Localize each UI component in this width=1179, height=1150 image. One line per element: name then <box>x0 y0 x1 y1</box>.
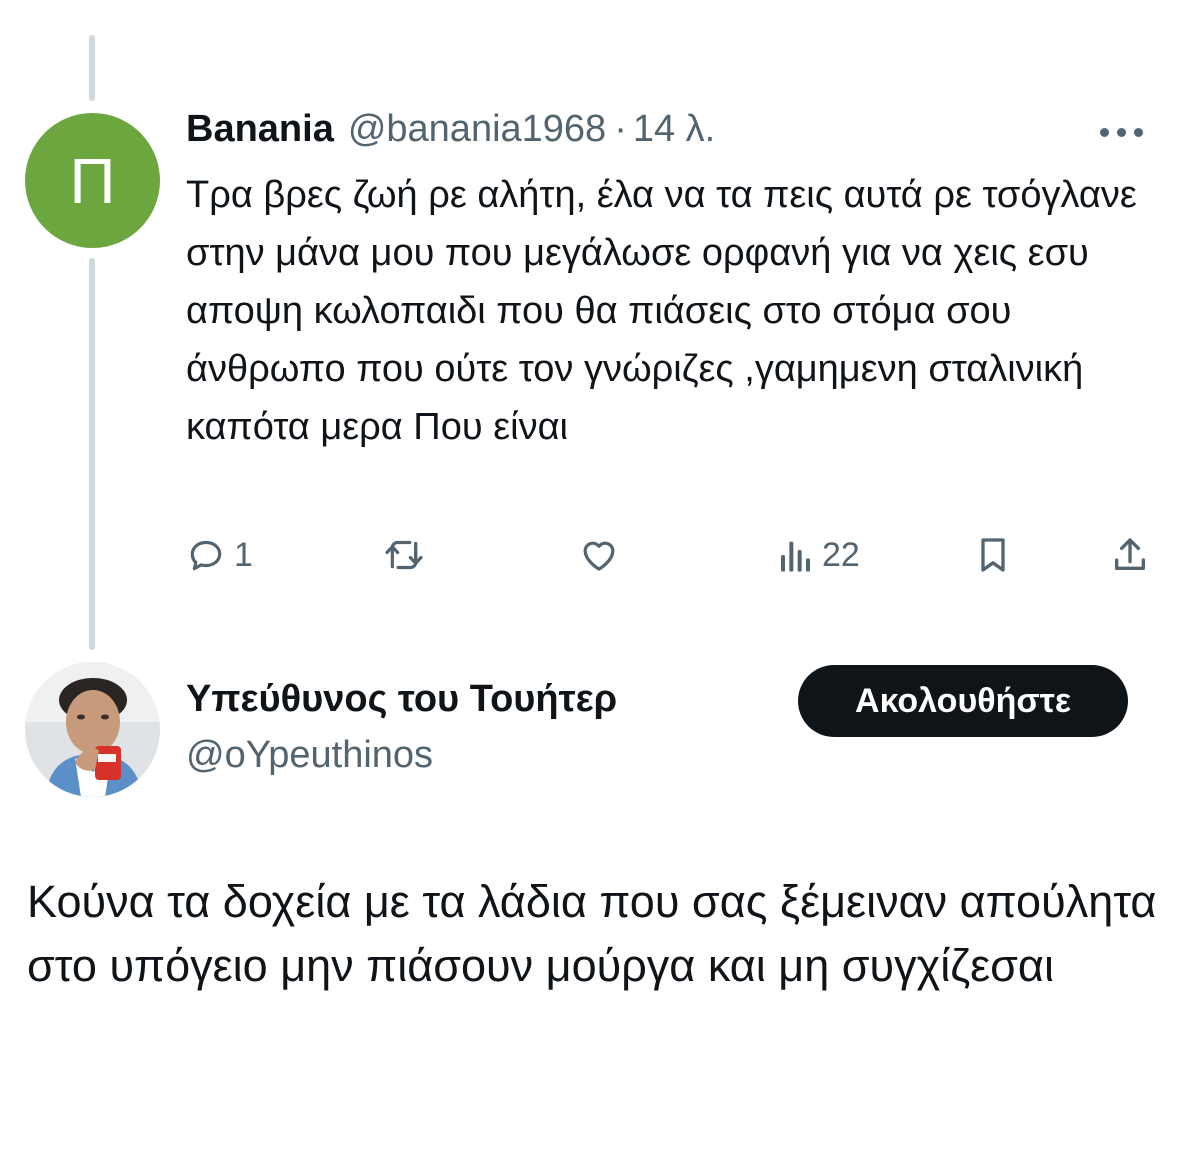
reply-action-bar: 1 22 <box>0 530 1179 580</box>
like-icon <box>583 541 615 571</box>
thread-connector-line <box>89 258 95 650</box>
share-button[interactable] <box>1110 530 1150 580</box>
author-handle[interactable]: @oYpeuthinos <box>186 734 433 777</box>
author-avatar-photo <box>25 662 160 797</box>
reply-author-name[interactable]: Banania <box>186 108 334 151</box>
tweet-text: Κούνα τα δοχεία με τα λάδια που σας ξέμε… <box>27 876 1157 991</box>
author-avatar[interactable] <box>25 662 160 797</box>
views-icon <box>781 541 810 572</box>
like-button[interactable] <box>578 530 620 580</box>
reply-button[interactable]: 1 <box>186 530 253 580</box>
reply-count: 1 <box>234 535 253 574</box>
thread-connector-line <box>89 35 95 101</box>
reply-separator: · <box>614 108 627 150</box>
reply-text: Τρα βρες ζωή ρε αλήτη, έλα να τα πεις αυ… <box>186 174 1137 448</box>
more-icon[interactable] <box>1100 122 1148 142</box>
reply-avatar[interactable]: Π <box>25 113 160 248</box>
bookmark-button[interactable] <box>975 530 1011 580</box>
follow-button[interactable]: Ακολουθήστε <box>798 665 1128 737</box>
retweet-button[interactable] <box>382 530 426 580</box>
views-count: 22 <box>822 535 860 574</box>
views-button[interactable]: 22 <box>778 530 860 580</box>
reply-author-handle[interactable]: @banania1968 <box>348 108 606 151</box>
retweet-icon <box>385 540 423 570</box>
reply-icon <box>190 540 222 571</box>
reply-header: Banania @banania1968 · 14 λ. <box>186 108 715 151</box>
share-icon <box>1115 538 1145 570</box>
bookmark-icon <box>981 538 1005 572</box>
reply-timestamp[interactable]: 14 λ. <box>633 108 715 151</box>
author-name[interactable]: Υπεύθυνος του Τουήτερ <box>186 678 617 721</box>
